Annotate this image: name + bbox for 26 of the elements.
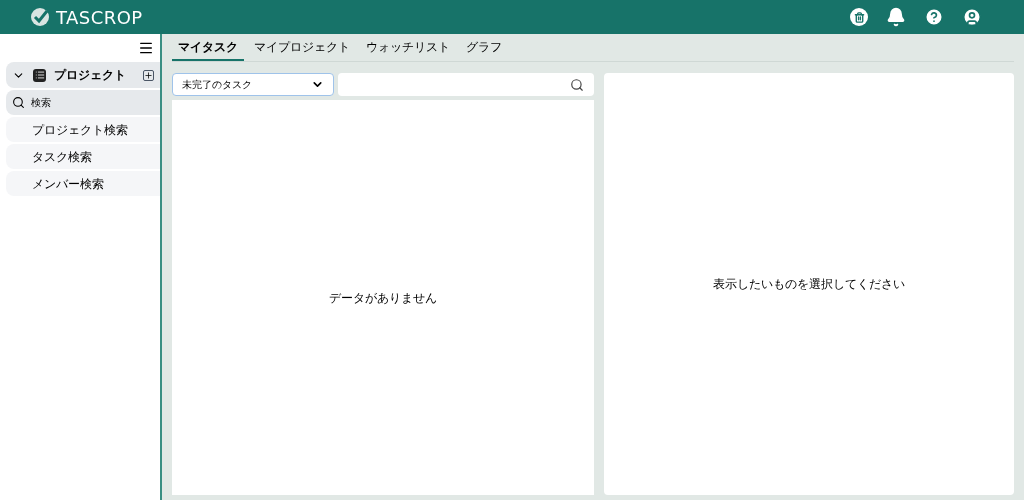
sidebar-item[interactable]: タスク検索 (6, 144, 160, 169)
trash-icon[interactable] (850, 8, 868, 26)
app-logo: TASCROP (56, 5, 143, 30)
tab[interactable]: グラフ (460, 34, 508, 61)
logo-check-icon (30, 7, 50, 27)
list-icon (33, 68, 46, 82)
sidebar-item[interactable]: メンバー検索 (6, 171, 160, 196)
search-group-label: 検索 (31, 96, 51, 110)
notification-icon[interactable] (886, 7, 906, 27)
add-project-icon[interactable] (143, 69, 154, 81)
sidebar-item[interactable]: プロジェクト検索 (6, 117, 160, 142)
project-group-header[interactable]: プロジェクト (6, 62, 160, 88)
help-icon[interactable] (924, 7, 944, 27)
account-icon[interactable] (962, 7, 982, 27)
empty-message: データがありません (329, 289, 437, 307)
search-icon[interactable] (570, 77, 584, 92)
tab[interactable]: マイタスク (172, 34, 244, 61)
filter-dropdown[interactable]: 未完了のタスク (172, 73, 334, 96)
search-field[interactable] (338, 73, 594, 96)
empty-message: 表示したいものを選択してください (713, 276, 905, 293)
tab[interactable]: ウォッチリスト (360, 34, 456, 61)
search-group-header[interactable]: 検索 (6, 90, 160, 115)
search-icon (12, 96, 25, 109)
project-label: プロジェクト (54, 67, 126, 84)
tab[interactable]: マイプロジェクト (248, 34, 356, 61)
menu-icon[interactable] (138, 40, 154, 56)
